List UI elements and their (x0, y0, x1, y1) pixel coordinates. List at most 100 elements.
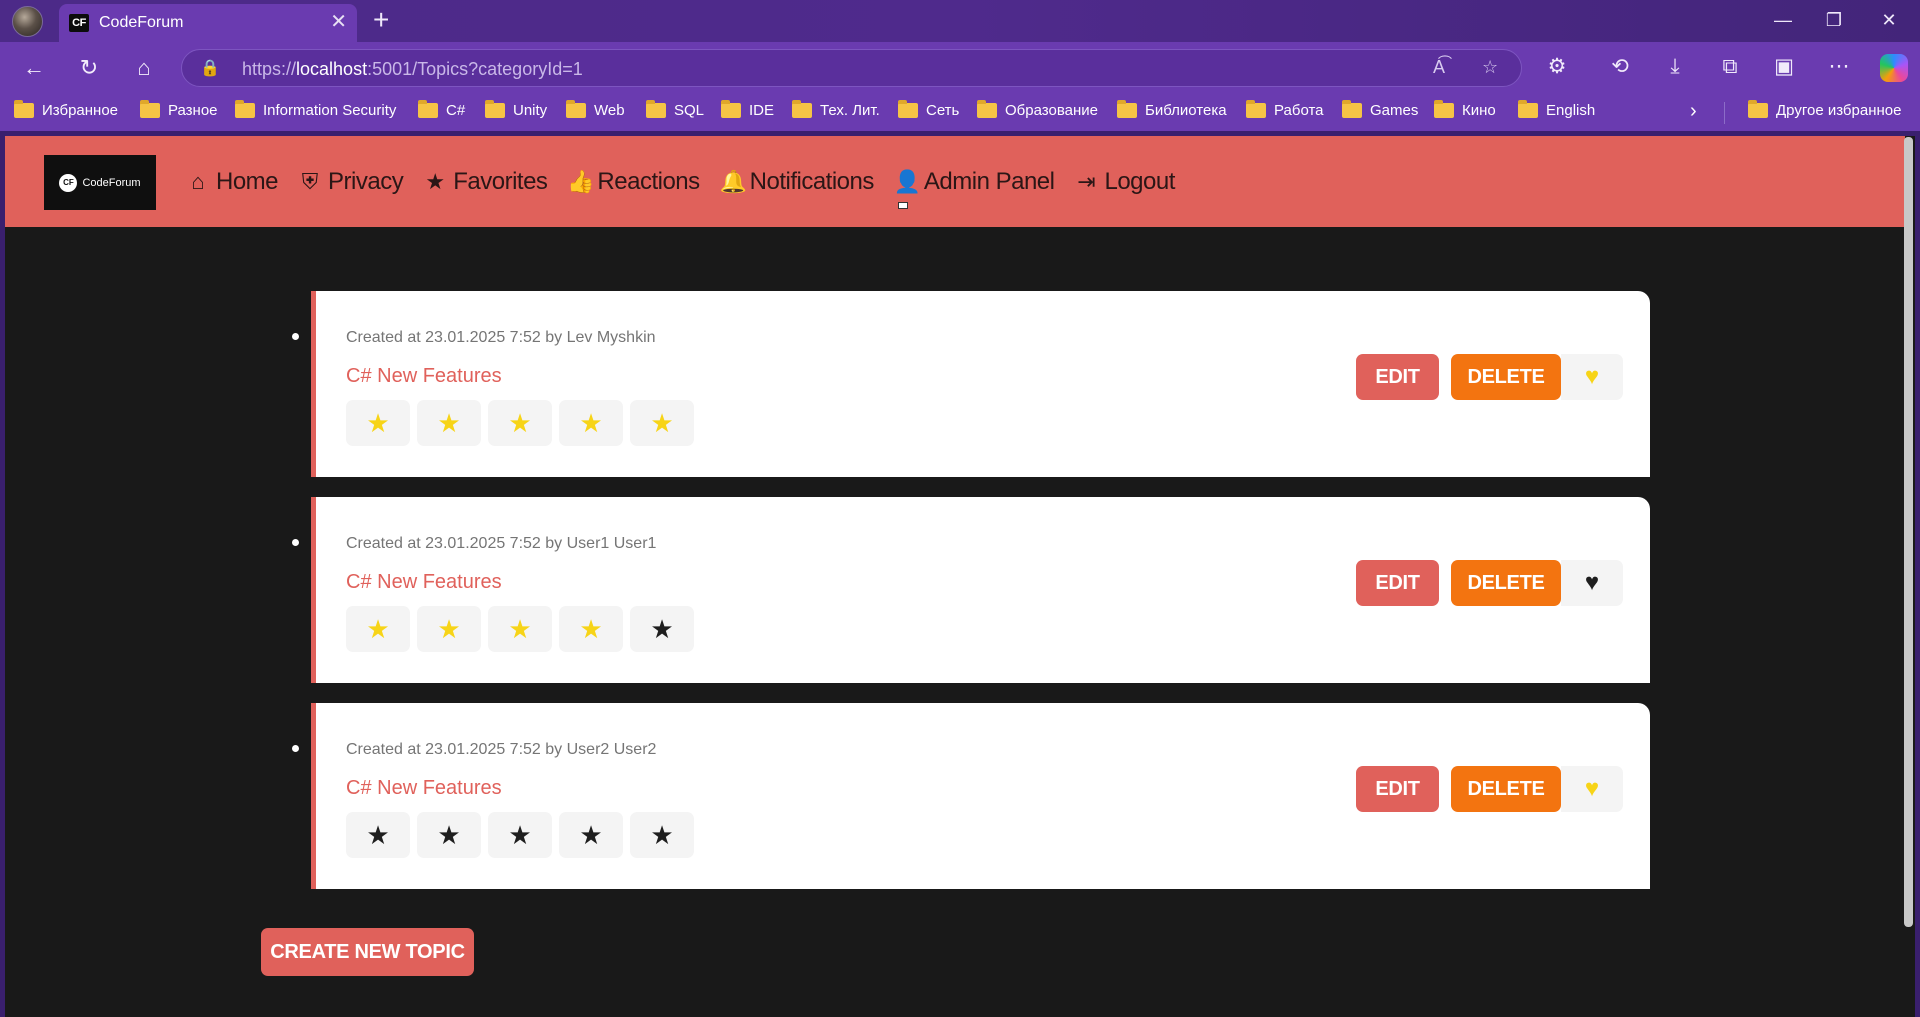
delete-button[interactable]: DELETE (1451, 354, 1561, 400)
minimize-icon[interactable]: — (1771, 8, 1795, 32)
star-1-icon[interactable]: ★ (346, 812, 410, 858)
copilot-icon[interactable] (1880, 54, 1908, 82)
create-topic-button[interactable]: CREATE NEW TOPIC (261, 928, 474, 976)
nav-admin-panel[interactable]: 👤 Admin Panel (894, 165, 1055, 199)
star-3-icon[interactable]: ★ (488, 606, 552, 652)
back-icon[interactable]: ← (20, 54, 48, 82)
bookmark-folder[interactable]: Избранное (14, 100, 118, 119)
star-2-icon[interactable]: ★ (417, 606, 481, 652)
topic-meta: Created at 23.01.2025 7:52 by Lev Myshki… (346, 329, 656, 346)
star-1-icon[interactable]: ★ (346, 400, 410, 446)
star-5-icon[interactable]: ★ (630, 400, 694, 446)
screenshot-icon[interactable]: ⧉ (1715, 52, 1745, 82)
folder-icon (14, 100, 34, 118)
profile-avatar[interactable] (12, 6, 43, 37)
tab-close-icon[interactable]: ✕ (330, 11, 347, 33)
delete-button[interactable]: DELETE (1451, 560, 1561, 606)
bookmark-folder[interactable]: Information Security (235, 100, 396, 119)
favorite-star-icon[interactable]: ☆ (1482, 57, 1498, 78)
folder-icon (721, 100, 741, 118)
star-4-icon[interactable]: ★ (559, 812, 623, 858)
logout-icon: ⇥ (1077, 169, 1096, 194)
collections-icon[interactable]: ▣ (1769, 52, 1799, 82)
star-3-icon[interactable]: ★ (488, 812, 552, 858)
restore-icon[interactable]: ❐ (1822, 8, 1846, 32)
nav-privacy[interactable]: ⛨ Privacy (298, 165, 404, 199)
star-3-icon[interactable]: ★ (488, 400, 552, 446)
list-bullet (292, 333, 299, 340)
bookmark-folder[interactable]: Тех. Лит. (792, 100, 880, 119)
folder-icon (1518, 100, 1538, 118)
topic-meta: Created at 23.01.2025 7:52 by User1 User… (346, 535, 657, 552)
nav-favorites[interactable]: ★ Favorites (423, 165, 548, 199)
nav-notifications[interactable]: 🔔 Notifications (719, 165, 875, 199)
bookmark-folder[interactable]: C# (418, 100, 465, 119)
topic-meta: Created at 23.01.2025 7:52 by User2 User… (346, 741, 657, 758)
rating-stars: ★ ★ ★ ★ ★ (346, 812, 694, 858)
bookmark-folder[interactable]: Кино (1434, 100, 1496, 119)
more-menu-icon[interactable]: ⋯ (1824, 52, 1854, 82)
history-icon[interactable]: ⟲ (1605, 52, 1635, 82)
browser-toolbar: ← ↻ ⌂ 🔒 https://localhost:5001/Topics?ca… (0, 42, 1920, 94)
topic-title-link[interactable]: C# New Features (346, 365, 502, 388)
topic-title-link[interactable]: C# New Features (346, 571, 502, 594)
star-2-icon[interactable]: ★ (417, 812, 481, 858)
bookmark-folder[interactable]: Разное (140, 100, 218, 119)
shield-icon: ⛨ (301, 169, 319, 194)
refresh-icon[interactable]: ↻ (75, 54, 103, 82)
chevron-right-icon[interactable]: › (1690, 100, 1697, 123)
site-logo[interactable]: CF CodeForum (44, 155, 156, 210)
bell-icon: 🔔 (719, 169, 748, 194)
user-gear-icon: 👤 (893, 169, 922, 194)
bookmark-folder[interactable]: SQL (646, 100, 704, 119)
other-bookmarks-folder[interactable]: Другое избранное (1748, 100, 1901, 119)
edit-button[interactable]: EDIT (1356, 766, 1439, 812)
bookmark-folder[interactable]: IDE (721, 100, 774, 119)
bookmark-folder[interactable]: Библиотека (1117, 100, 1227, 119)
home-icon[interactable]: ⌂ (130, 54, 158, 82)
extensions-icon[interactable]: ⚙ (1542, 52, 1572, 82)
browser-tab[interactable]: CF CodeForum ✕ (59, 4, 357, 42)
new-tab-icon[interactable]: + (373, 4, 389, 36)
bookmark-folder[interactable]: Сеть (898, 100, 959, 119)
bookmark-folder[interactable]: Работа (1246, 100, 1324, 119)
downloads-icon[interactable]: ⤓ (1660, 52, 1690, 82)
favorite-heart-icon[interactable]: ♥ (1561, 766, 1623, 812)
favorite-heart-icon[interactable]: ♥ (1561, 560, 1623, 606)
main-menu: ⌂ Home ⛨ Privacy ★ Favorites 👍 Reactions 🔔 No… (186, 165, 1175, 199)
topic-card: Created at 23.01.2025 7:52 by User1 User… (311, 497, 1650, 683)
star-2-icon[interactable]: ★ (417, 400, 481, 446)
bookmark-folder[interactable]: Web (566, 100, 625, 119)
edit-button[interactable]: EDIT (1356, 560, 1439, 606)
list-bullet (292, 745, 299, 752)
folder-icon (418, 100, 438, 118)
delete-button[interactable]: DELETE (1451, 766, 1561, 812)
bookmark-folder[interactable]: Games (1342, 100, 1418, 119)
read-aloud-icon[interactable]: A͡ (1433, 57, 1445, 78)
nav-reactions[interactable]: 👍 Reactions (567, 165, 700, 199)
home-icon: ⌂ (191, 169, 205, 194)
lock-icon[interactable]: 🔒 (200, 58, 220, 78)
topic-card: Created at 23.01.2025 7:52 by User2 User… (311, 703, 1650, 889)
logo-text: CodeForum (82, 176, 141, 189)
topic-card: Created at 23.01.2025 7:52 by Lev Myshki… (311, 291, 1650, 477)
bookmark-folder[interactable]: Unity (485, 100, 547, 119)
window-close-icon[interactable]: ✕ (1877, 8, 1901, 32)
nav-home[interactable]: ⌂ Home (186, 165, 278, 199)
star-5-icon[interactable]: ★ (630, 812, 694, 858)
bookmark-folder[interactable]: Образование (977, 100, 1098, 119)
star-4-icon[interactable]: ★ (559, 606, 623, 652)
page-scrollbar[interactable] (1904, 137, 1913, 927)
edit-button[interactable]: EDIT (1356, 354, 1439, 400)
star-1-icon[interactable]: ★ (346, 606, 410, 652)
list-bullet (292, 539, 299, 546)
favorite-heart-icon[interactable]: ♥ (1561, 354, 1623, 400)
dropdown-caret-icon[interactable] (898, 202, 908, 209)
address-bar[interactable]: 🔒 https://localhost:5001/Topics?category… (181, 49, 1522, 87)
topic-title-link[interactable]: C# New Features (346, 777, 502, 800)
bookmark-folder[interactable]: English (1518, 100, 1595, 119)
tab-title: CodeForum (99, 14, 184, 31)
star-4-icon[interactable]: ★ (559, 400, 623, 446)
star-5-icon[interactable]: ★ (630, 606, 694, 652)
nav-logout[interactable]: ⇥ Logout (1074, 165, 1175, 199)
